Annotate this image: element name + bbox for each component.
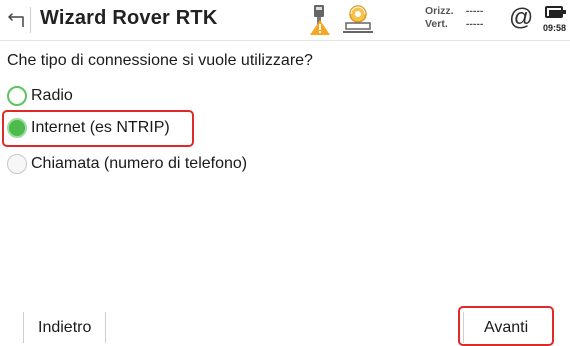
option-label: Radio [31, 87, 73, 104]
radio-modem-icon[interactable] [341, 4, 375, 36]
header-bar: Wizard Rover RTK Orizz. ----- Vert. ----… [0, 0, 570, 41]
horizontal-precision-value: ----- [465, 5, 484, 17]
back-button[interactable]: Indietro [23, 312, 107, 343]
battery-icon: 09:58 [543, 4, 569, 36]
horizontal-precision-label: Orizz. [425, 5, 454, 17]
radio-button-disabled-icon[interactable] [7, 154, 27, 174]
gnss-receiver-warning-icon[interactable] [306, 4, 334, 36]
clock: 09:58 [543, 23, 567, 33]
vertical-precision-label: Vert. [425, 18, 448, 30]
page-title: Wizard Rover RTK [40, 7, 218, 29]
option-chiamata[interactable]: Chiamata (numero di telefono) [7, 151, 247, 177]
highlight-box [2, 110, 194, 147]
header-divider [30, 7, 31, 33]
option-label: Chiamata (numero di telefono) [31, 155, 248, 172]
precision-readout: Orizz. ----- Vert. ----- [425, 5, 483, 31]
question-text: Che tipo di connessione si vuole utilizz… [7, 52, 313, 69]
vertical-precision-value: ----- [465, 18, 484, 30]
at-icon[interactable]: @ [509, 4, 533, 32]
radio-button-icon[interactable] [7, 86, 27, 106]
option-radio[interactable]: Radio [7, 83, 73, 109]
highlight-box [458, 306, 554, 346]
back-arrow-icon[interactable] [7, 8, 29, 30]
